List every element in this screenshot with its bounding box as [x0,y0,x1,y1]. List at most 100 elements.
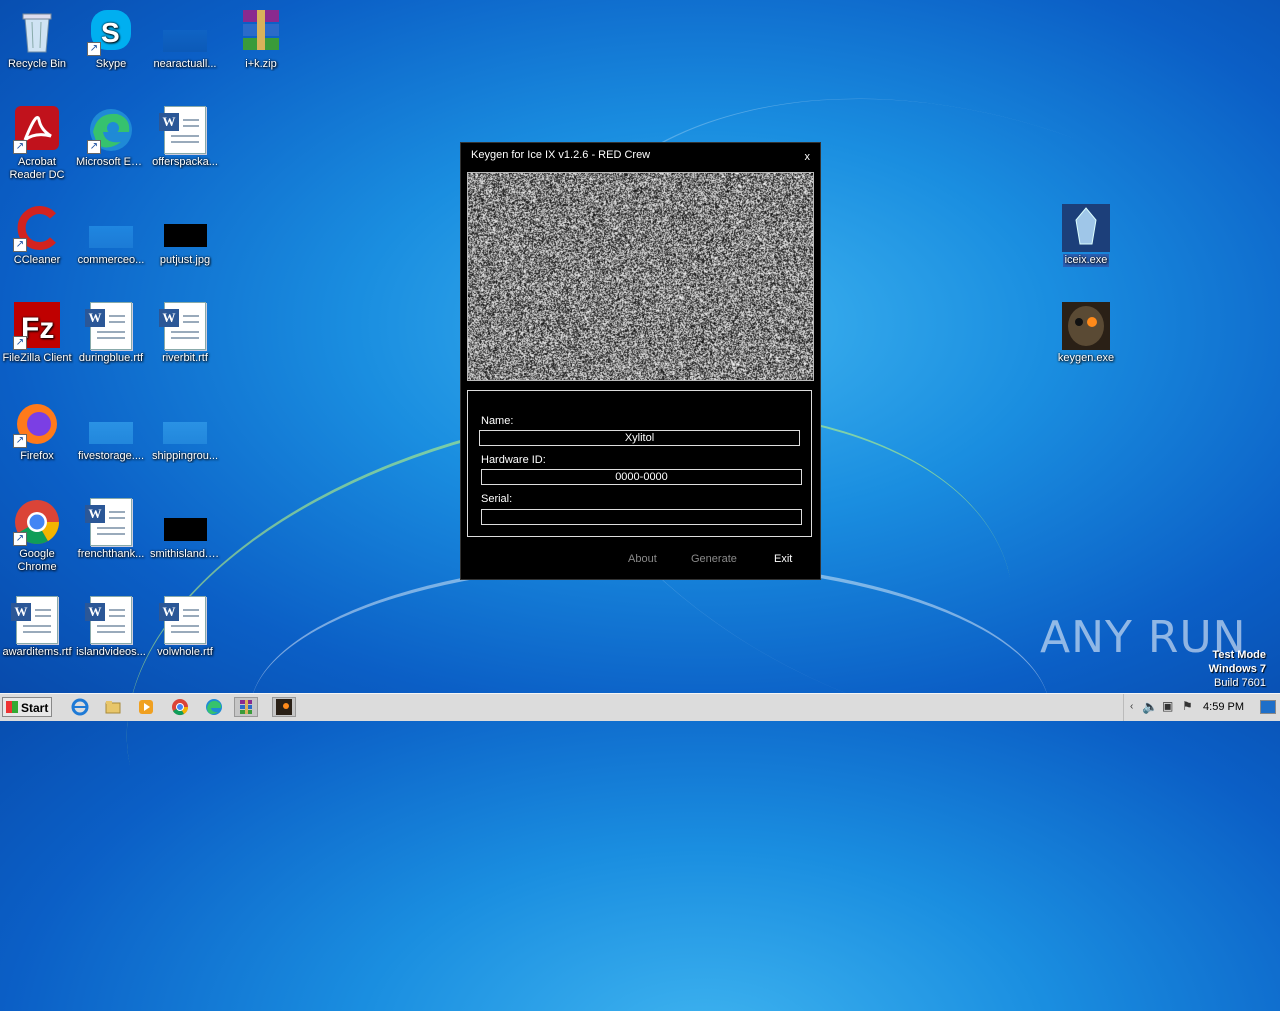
word-document-icon: W [161,596,209,644]
desktop-icon-label: putjust.jpg [148,254,222,267]
desktop-icon-label: awarditems.rtf [0,646,74,659]
desktop-icon-frenchthank[interactable]: W frenchthank... [74,498,148,561]
taskbar: Start ‹ 🔈 ▣ ⚑ 4:59 PM [0,693,1280,721]
desktop-icon-edge[interactable]: ↗ Microsoft Edge [74,106,148,169]
shortcut-arrow-icon: ↗ [87,42,101,56]
taskbar-keygen-icon[interactable] [272,697,296,717]
desktop-icon-offerspacka[interactable]: W offerspacka... [148,106,222,169]
desktop-icon-awarditems[interactable]: W awarditems.rtf [0,596,74,659]
speaker-icon[interactable]: 🔈 [1142,699,1158,715]
desktop-icon-label: Microsoft Edge [74,156,148,169]
skull-icon [1062,302,1110,350]
exit-button[interactable]: Exit [774,553,792,565]
skype-icon: S ↗ [87,8,135,56]
taskbar-media-player-icon[interactable] [134,697,158,717]
desktop-icon-keygen-exe[interactable]: keygen.exe [1049,302,1123,365]
desktop-icon-recycle-bin[interactable]: Recycle Bin [0,8,74,71]
network-icon[interactable]: ▣ [1162,699,1173,713]
desktop-icon-putjust[interactable]: putjust.jpg [148,204,222,267]
desktop-icon-fivestorage[interactable]: fivestorage.... [74,400,148,463]
desktop-icon-label: iceix.exe [1063,254,1110,267]
desktop-icon-acrobat[interactable]: ↗ Acrobat Reader DC [0,106,74,182]
test-mode-text: Test Mode [1209,648,1266,662]
desktop-icon-label: riverbit.rtf [148,352,222,365]
desktop-icon-label: nearactuall... [148,58,222,71]
show-desktop-icon[interactable] [1260,700,1276,714]
desktop-icon-chrome[interactable]: ↗ Google Chrome [0,498,74,574]
keygen-dialog: Keygen for Ice IX v1.2.6 - RED Crew x Na… [460,142,821,580]
desktop-icon-label: Skype [74,58,148,71]
taskbar-edge-icon[interactable] [202,697,226,717]
serial-output[interactable] [481,509,802,525]
svg-text:S: S [101,17,120,48]
desktop-icon-smithisland[interactable]: smithisland.jpg [148,498,222,561]
blank-file-icon [87,400,135,448]
taskbar-ie-icon[interactable] [68,697,92,717]
desktop-icon-label: Recycle Bin [0,58,74,71]
flag-icon[interactable]: ⚑ [1182,699,1193,713]
desktop-icon-label: offerspacka... [148,156,222,169]
desktop-icon-duringblue[interactable]: W duringblue.rtf [74,302,148,365]
dialog-title: Keygen for Ice IX v1.2.6 - RED Crew [471,149,650,161]
hardware-id-input[interactable]: 0000-0000 [481,469,802,485]
desktop-icon-islandvideos[interactable]: W islandvideos... [74,596,148,659]
start-label: Start [21,701,48,715]
desktop-icon-label: duringblue.rtf [74,352,148,365]
acrobat-icon: ↗ [13,106,61,154]
blank-file-icon [161,8,209,56]
shortcut-arrow-icon: ↗ [13,532,27,546]
clock[interactable]: 4:59 PM [1203,701,1244,713]
word-document-icon: W [161,106,209,154]
word-document-icon: W [87,596,135,644]
name-label: Name: [481,415,513,427]
taskbar-winrar-icon[interactable] [234,697,258,717]
desktop-icon-riverbit[interactable]: W riverbit.rtf [148,302,222,365]
static-noise-banner [467,172,814,381]
desktop-icon-label: Firefox [0,450,74,463]
desktop-icon-commerceo[interactable]: commerceo... [74,204,148,267]
desktop-icon-ccleaner[interactable]: ↗ CCleaner [0,204,74,267]
desktop-icon-volwhole[interactable]: W volwhole.rtf [148,596,222,659]
taskbar-chrome-icon[interactable] [168,697,192,717]
image-file-icon [161,498,209,546]
desktop-icon-nearactuall[interactable]: nearactuall... [148,8,222,71]
shortcut-arrow-icon: ↗ [87,140,101,154]
firefox-icon: ↗ [13,400,61,448]
desktop-icon-label: smithisland.jpg [148,548,222,561]
generate-button[interactable]: Generate [691,553,737,565]
name-input[interactable]: Xylitol [479,430,800,446]
shortcut-arrow-icon: ↗ [13,434,27,448]
desktop-icon-iceix-exe[interactable]: iceix.exe [1049,204,1123,271]
shortcut-arrow-icon: ↗ [13,238,27,252]
word-document-icon: W [161,302,209,350]
desktop-icon-label: keygen.exe [1049,352,1123,365]
word-document-icon: W [87,498,135,546]
desktop-icon-label: FileZilla Client [0,352,74,365]
desktop-icon-label: i+k.zip [224,58,298,71]
desktop-icon-label: Acrobat Reader DC [0,156,74,182]
desktop-icon-filezilla[interactable]: Fz ↗ FileZilla Client [0,302,74,365]
windows-flag-icon [6,701,18,713]
edge-icon: ↗ [87,106,135,154]
desktop-icon-label: shippingrou... [148,450,222,463]
keygen-form: Name: Xylitol Hardware ID: 0000-0000 Ser… [467,390,812,537]
ice-crystal-icon [1062,204,1110,252]
shortcut-arrow-icon: ↗ [13,336,27,350]
system-tray: ‹ 🔈 ▣ ⚑ 4:59 PM [1123,694,1280,721]
hardware-id-label: Hardware ID: [481,454,546,466]
desktop-icon-skype[interactable]: S ↗ Skype [74,8,148,71]
taskbar-explorer-icon[interactable] [101,697,125,717]
desktop-icon-label: fivestorage.... [74,450,148,463]
close-button[interactable]: x [805,151,811,163]
desktop-icon-shippingrou[interactable]: shippingrou... [148,400,222,463]
blank-file-icon [87,204,135,252]
chevron-up-icon[interactable]: ‹ [1130,701,1133,712]
word-document-icon: W [13,596,61,644]
desktop-icon-ik-zip[interactable]: i+k.zip [224,8,298,71]
chrome-icon: ↗ [13,498,61,546]
about-button[interactable]: About [628,553,657,565]
build-text: Build 7601 [1209,676,1266,690]
desktop-icon-firefox[interactable]: ↗ Firefox [0,400,74,463]
start-button[interactable]: Start [2,697,52,717]
desktop-icon-label: CCleaner [0,254,74,267]
